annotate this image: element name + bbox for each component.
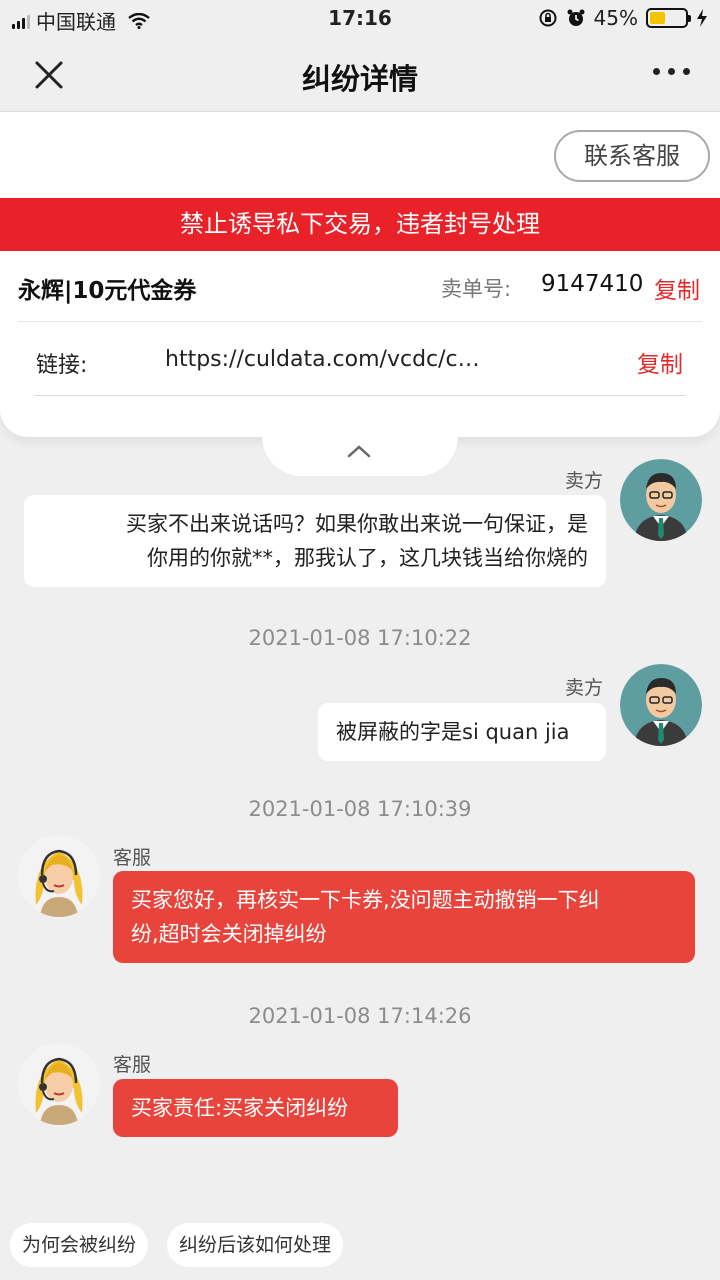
status-right: 45% <box>538 6 708 30</box>
copy-order-no-button[interactable]: 复制 <box>654 271 700 305</box>
warning-banner: 禁止诱导私下交易，违者封号处理 <box>0 198 720 251</box>
message-bubble: 买家您好，再核实一下卡券,没问题主动撤销一下纠 纷,超时会关闭掉纠纷 <box>113 871 695 963</box>
link-label: 链接: <box>36 353 88 378</box>
order-no-label: 卖单号: <box>441 277 512 301</box>
order-no: 9147410 <box>541 271 644 297</box>
quick-reply-chip[interactable]: 纠纷后该如何处理 <box>167 1223 344 1267</box>
alarm-icon <box>567 9 585 26</box>
status-bar: 中国联通 17:16 45% <box>0 0 720 36</box>
rotation-lock-icon <box>539 9 557 27</box>
message-line: 你用的你就**，那我认了，这几块钱当给你烧的 <box>147 546 588 570</box>
copy-link-button[interactable]: 复制 <box>637 345 683 379</box>
sender-name: 客服 <box>113 847 152 869</box>
message-timestamp: 2021-01-08 17:10:39 <box>248 797 472 821</box>
more-dots-icon[interactable] <box>653 68 690 75</box>
order-card: 永辉|10元代金券 卖单号: 9147410 复制 链接: https://cu… <box>0 251 720 437</box>
divider <box>34 395 686 396</box>
battery-icon <box>646 8 691 28</box>
battery-percent: 45% <box>593 6 638 30</box>
order-row: 永辉|10元代金券 卖单号: 9147410 复制 <box>18 271 708 305</box>
message-line: 买家不出来说话吗？如果你敢出来说一句保证，是 <box>126 512 588 536</box>
message-bubble: 买家不出来说话吗？如果你敢出来说一句保证，是 你用的你就**，那我认了，这几块钱… <box>24 495 606 587</box>
message-line: 买家您好，再核实一下卡券,没问题主动撤销一下纠 <box>131 888 600 912</box>
charging-icon <box>697 9 707 27</box>
message-text: 被屏蔽的字是si quan jia <box>336 720 570 744</box>
sender-name: 卖方 <box>565 677 604 699</box>
chevron-up-icon <box>347 445 371 458</box>
message-line: 纷,超时会关闭掉纠纷 <box>131 922 327 946</box>
message-timestamp: 2021-01-08 17:14:26 <box>248 1004 472 1028</box>
nav-bar: 纠纷详情 <box>0 36 720 112</box>
contact-service-button[interactable]: 联系客服 <box>554 130 710 182</box>
top-panel: 联系客服 <box>0 112 720 198</box>
service-avatar[interactable] <box>18 835 100 917</box>
message-text: 买家责任:买家关闭纠纷 <box>131 1096 349 1120</box>
seller-avatar[interactable] <box>620 664 702 746</box>
quick-reply-chip[interactable]: 为何会被纠纷 <box>10 1223 149 1267</box>
seller-avatar[interactable] <box>620 459 702 541</box>
service-avatar[interactable] <box>18 1043 100 1125</box>
sender-name: 卖方 <box>565 470 604 492</box>
order-name: 永辉|10元代金券 <box>18 278 197 304</box>
sender-name: 客服 <box>113 1054 152 1076</box>
divider <box>18 321 702 322</box>
link-value: https://culdata.com/vcdc/c… <box>165 347 480 372</box>
message-bubble: 买家责任:买家关闭纠纷 <box>113 1079 398 1137</box>
page-title: 纠纷详情 <box>301 62 418 96</box>
message-bubble: 被屏蔽的字是si quan jia <box>318 703 606 761</box>
collapse-toggle[interactable] <box>262 430 458 476</box>
message-timestamp: 2021-01-08 17:10:22 <box>248 626 472 650</box>
